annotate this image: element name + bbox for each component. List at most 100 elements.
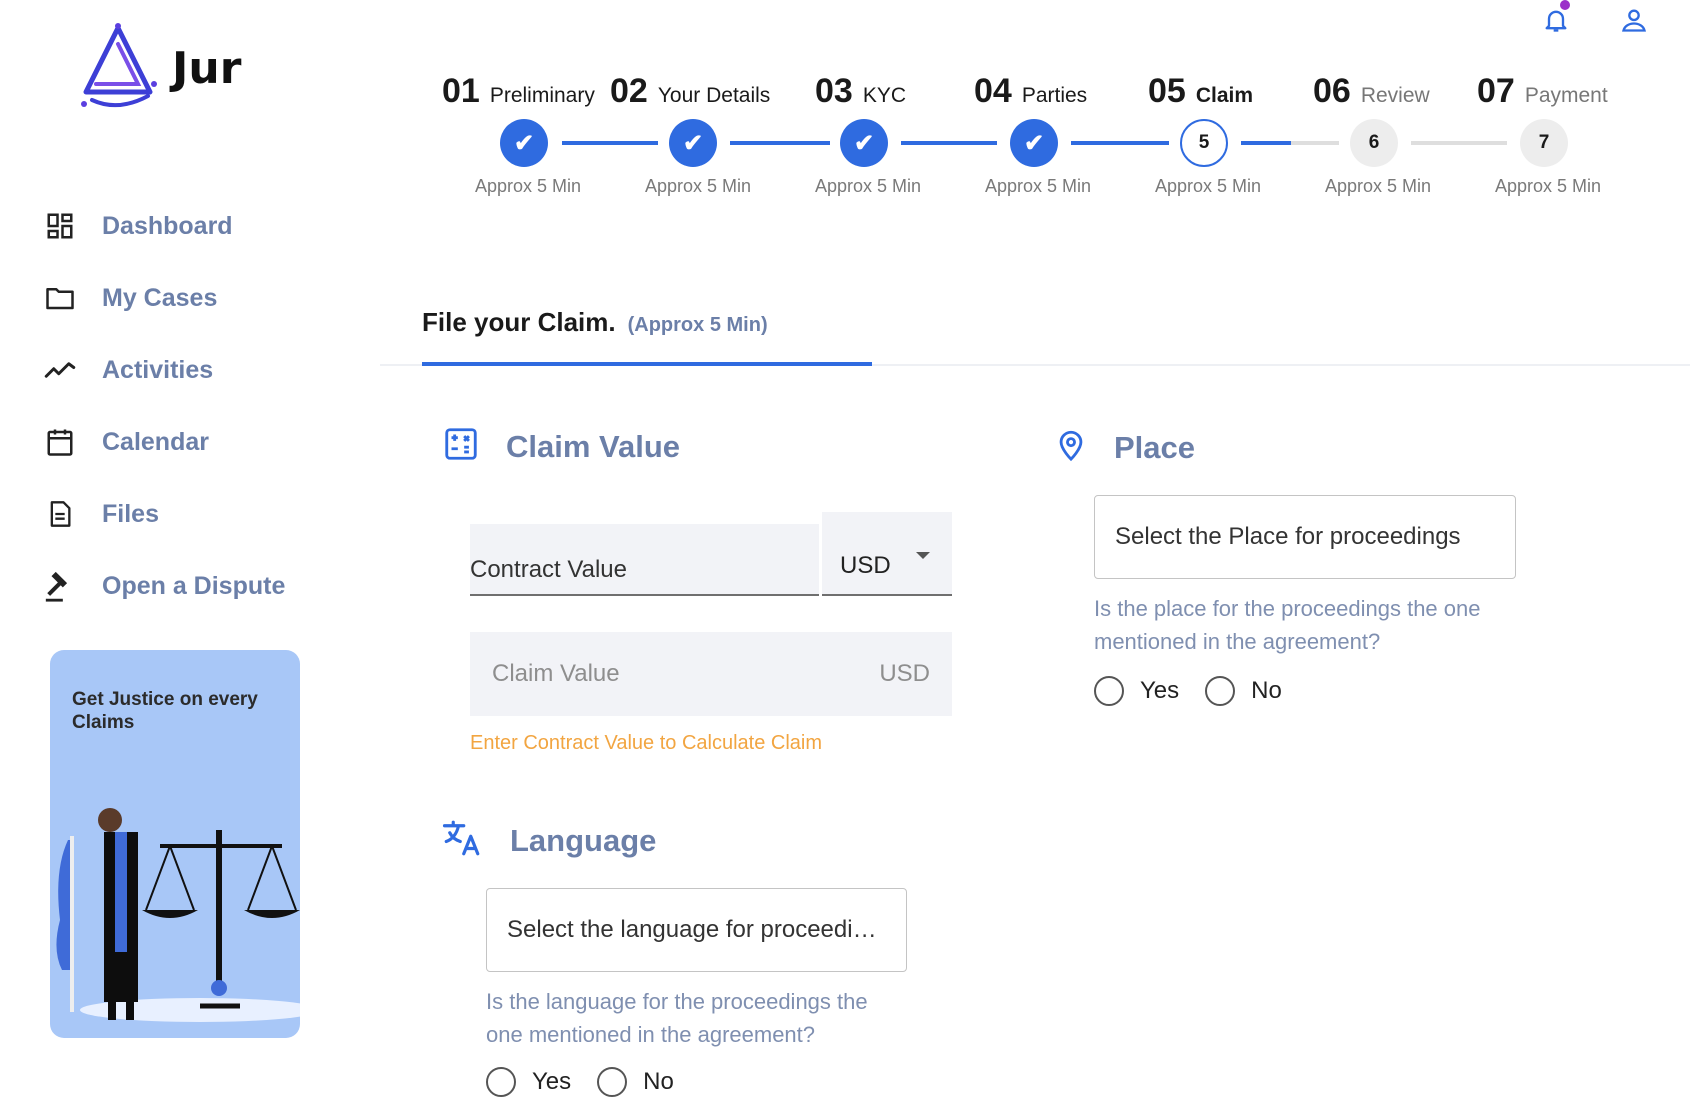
language-yes-radio[interactable]: Yes [486,1067,571,1097]
place-select[interactable]: Select the Place for proceedings [1094,495,1516,579]
progress-stepper: 01 Preliminary 02 Your Details 03 KYC 04 Par… [440,72,1630,202]
language-placeholder: Select the language for proceedings [507,916,887,943]
form-title: File your Claim. (Approx 5 Min) [422,307,768,338]
radio-label: Yes [532,1068,572,1095]
language-heading: Language [510,822,657,858]
jur-logo-icon [81,23,157,108]
claim-value-unit: USD [879,660,930,687]
step-name: Review [1360,84,1430,107]
step-connector [901,141,997,145]
step-4-marker[interactable]: ✔ [1010,119,1058,167]
step-connector [562,141,658,145]
chevron-down-icon [916,552,930,559]
sidebar-item-label: Calendar [102,427,209,456]
radio-circle[interactable] [486,1067,516,1097]
place-no-radio[interactable]: No [1205,676,1282,706]
translate-icon [440,817,484,864]
justice-illustration [56,808,300,1022]
step-name: Payment [1524,84,1608,107]
step-connector [730,141,830,145]
claim-value-placeholder: Claim Value [492,660,620,687]
step-connector [1411,141,1507,145]
claim-value-field: Claim Value USD [470,632,952,716]
folder-icon [40,278,80,318]
calculator-icon [442,425,480,468]
place-question: Is the place for the proceedings the one… [1094,596,1481,654]
language-header: Language [440,817,656,864]
step-3-marker[interactable]: ✔ [840,119,888,167]
form-subtitle: (Approx 5 Min) [627,314,768,336]
step-time: Approx 5 Min [1494,176,1602,196]
sidebar-item-dashboard[interactable]: Dashboard [40,190,285,262]
step-connector-progress [1241,141,1291,145]
sidebar-item-calendar[interactable]: Calendar [40,406,285,478]
radio-label: No [643,1068,674,1095]
sidebar-item-label: Files [102,499,159,528]
sidebar-item-open-dispute[interactable]: Open a Dispute [40,550,285,622]
app-name: Jur [172,42,242,94]
step-7-marker[interactable]: 7 [1520,119,1568,167]
claim-value-heading: Claim Value [506,428,681,464]
radio-label: Yes [1140,677,1180,704]
step-title: 06 Review [1313,72,1430,111]
radio-label: No [1251,677,1282,704]
step-1-marker[interactable]: ✔ [500,119,548,167]
promo-text: Get Justice on every Claims [72,689,258,733]
step-title: 03 KYC [815,72,906,111]
step-name: Your Details [657,84,771,107]
step-number: 05 [1148,72,1186,110]
step-title: 02 Your Details [610,72,770,111]
sidebar-item-my-cases[interactable]: My Cases [40,262,285,334]
radio-circle[interactable] [1094,676,1124,706]
step-time: Approx 5 Min [644,176,752,196]
step-number: 06 [1313,72,1351,110]
step-title: 01 Preliminary [442,72,595,111]
step-name: Preliminary [489,84,595,107]
place-heading: Place [1114,429,1196,465]
language-question: Is the language for the proceedings the … [486,989,868,1047]
step-number: 03 [815,72,853,110]
step-number: 07 [1477,72,1515,110]
step-number: 02 [610,72,648,110]
bell-icon[interactable] [1538,0,1574,38]
step-number: 01 [442,72,480,110]
currency-select[interactable]: USD [822,512,952,596]
claim-value-header: Claim Value [442,425,680,468]
header-actions [1538,0,1652,38]
language-radio-group: Yes No [486,1067,700,1097]
place-header: Place [1054,425,1195,470]
notification-dot [1560,0,1570,10]
language-select[interactable]: Select the language for proceedings [486,888,907,972]
radio-circle[interactable] [597,1067,628,1097]
sidebar-nav: Dashboard My Cases Activities Calendar F… [40,190,285,622]
place-placeholder: Select the Place for proceedings [1115,523,1461,550]
step-title: 05 Claim [1148,72,1253,111]
place-yes-radio[interactable]: Yes [1094,676,1179,706]
form-title-text: File your Claim. [422,307,616,337]
step-2-marker[interactable]: ✔ [669,119,717,167]
contract-value-field[interactable]: Contract Value [470,524,819,596]
place-radio-group: Yes No [1094,676,1308,706]
sidebar-item-files[interactable]: Files [40,478,285,550]
language-no-radio[interactable]: No [597,1067,674,1097]
step-6-marker[interactable]: 6 [1350,119,1398,167]
app-logo[interactable]: Jur [78,20,241,110]
step-name: Claim [1195,84,1254,107]
user-icon[interactable] [1616,2,1652,38]
sidebar-item-label: Activities [102,355,214,384]
claim-value-hint: Enter Contract Value to Calculate Claim [470,732,823,754]
radio-circle[interactable] [1205,676,1236,706]
step-time: Approx 5 Min [984,176,1092,196]
active-tab-indicator [422,362,872,366]
step-time: Approx 5 Min [814,176,922,196]
sidebar-item-label: My Cases [102,283,218,312]
step-title: 04 Parties [974,72,1087,111]
sidebar-item-activities[interactable]: Activities [40,334,285,406]
file-icon [40,494,80,534]
step-time: Approx 5 Min [474,176,582,196]
currency-value: USD [840,552,891,579]
promo-card: Get Justice on every Claims [50,650,300,1038]
gavel-icon [40,566,80,606]
step-title: 07 Payment [1477,72,1608,111]
step-5-marker[interactable]: 5 [1180,119,1228,167]
